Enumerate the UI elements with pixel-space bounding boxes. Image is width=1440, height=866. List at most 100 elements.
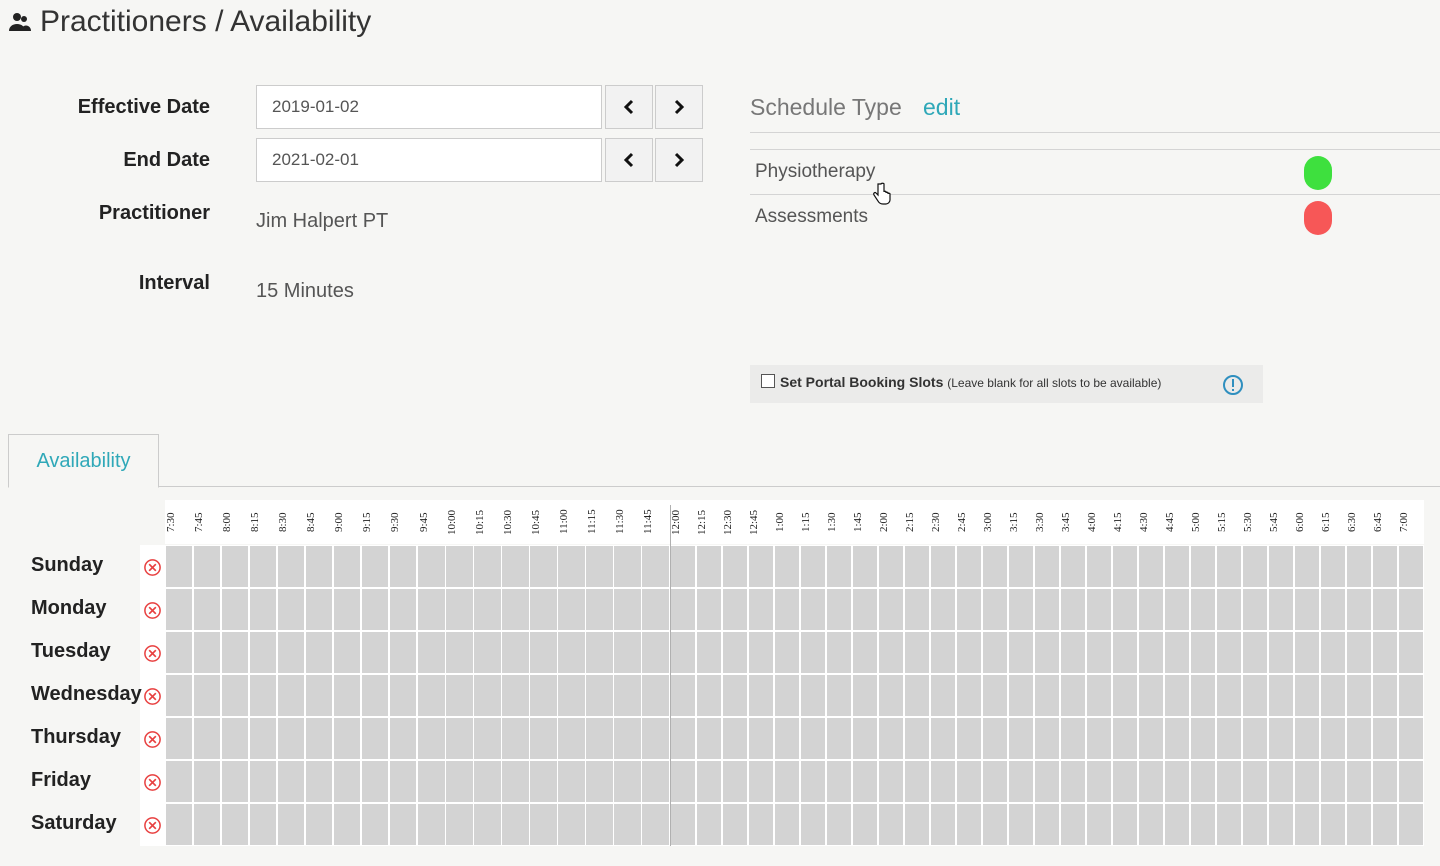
slot-cell[interactable] xyxy=(1138,546,1163,587)
slot-cell[interactable] xyxy=(1008,761,1033,802)
slot-cell[interactable] xyxy=(878,589,903,630)
slot-cell[interactable] xyxy=(586,632,613,673)
slot-cell[interactable] xyxy=(1164,632,1189,673)
slot-cell[interactable] xyxy=(586,546,613,587)
slot-cell[interactable] xyxy=(670,761,695,802)
slot-cell[interactable] xyxy=(1216,761,1241,802)
slot-cell[interactable] xyxy=(1112,718,1137,759)
slot-cell[interactable] xyxy=(530,632,557,673)
slot-cell[interactable] xyxy=(930,761,955,802)
slot-cell[interactable] xyxy=(774,718,799,759)
slot-cell[interactable] xyxy=(696,546,721,587)
slot-cell[interactable] xyxy=(878,675,903,716)
slot-cell[interactable] xyxy=(1164,761,1189,802)
slot-cell[interactable] xyxy=(878,804,903,845)
slot-cell[interactable] xyxy=(193,675,221,716)
slot-cell[interactable] xyxy=(1008,804,1033,845)
slot-cell[interactable] xyxy=(1034,718,1059,759)
slot-cell[interactable] xyxy=(696,632,721,673)
slot-cell[interactable] xyxy=(530,761,557,802)
slot-cell[interactable] xyxy=(800,675,825,716)
slot-cell[interactable] xyxy=(1138,761,1163,802)
slot-cell[interactable] xyxy=(774,546,799,587)
slot-cell[interactable] xyxy=(1346,589,1371,630)
slot-cell[interactable] xyxy=(774,675,799,716)
slot-cell[interactable] xyxy=(530,804,557,845)
slot-cell[interactable] xyxy=(614,761,641,802)
slot-cell[interactable] xyxy=(1008,546,1033,587)
slot-cell[interactable] xyxy=(165,546,193,587)
end-date-next-button[interactable] xyxy=(655,138,703,182)
slot-cell[interactable] xyxy=(1216,632,1241,673)
slot-cell[interactable] xyxy=(670,804,695,845)
slot-cell[interactable] xyxy=(502,632,529,673)
clear-day-icon[interactable] xyxy=(143,687,162,706)
slot-cell[interactable] xyxy=(165,675,193,716)
slot-cell[interactable] xyxy=(614,632,641,673)
schedule-type-color-assessments[interactable] xyxy=(1304,201,1332,235)
slot-cell[interactable] xyxy=(305,718,333,759)
slot-cell[interactable] xyxy=(1216,804,1241,845)
slot-cell[interactable] xyxy=(418,718,445,759)
slot-cell[interactable] xyxy=(333,761,361,802)
slot-cell[interactable] xyxy=(1086,632,1111,673)
slot-cell[interactable] xyxy=(670,718,695,759)
slot-cell[interactable] xyxy=(1112,761,1137,802)
slot-cell[interactable] xyxy=(696,761,721,802)
slot-cell[interactable] xyxy=(670,589,695,630)
effective-date-input[interactable] xyxy=(256,85,602,129)
slot-cell[interactable] xyxy=(389,632,417,673)
slot-cell[interactable] xyxy=(1346,804,1371,845)
slot-cell[interactable] xyxy=(614,675,641,716)
slot-cell[interactable] xyxy=(1268,718,1293,759)
slot-cell[interactable] xyxy=(586,675,613,716)
slot-cell[interactable] xyxy=(878,632,903,673)
slot-cell[interactable] xyxy=(1372,718,1397,759)
slot-cell[interactable] xyxy=(361,632,389,673)
slot-cell[interactable] xyxy=(277,546,305,587)
slot-cell[interactable] xyxy=(982,761,1007,802)
slot-cell[interactable] xyxy=(361,804,389,845)
slot-cell[interactable] xyxy=(956,546,981,587)
slot-cell[interactable] xyxy=(878,546,903,587)
slot-cell[interactable] xyxy=(670,632,695,673)
slot-cell[interactable] xyxy=(1242,761,1267,802)
slot-cell[interactable] xyxy=(1138,675,1163,716)
slot-cell[interactable] xyxy=(956,589,981,630)
slot-cell[interactable] xyxy=(1190,589,1215,630)
slot-cell[interactable] xyxy=(1398,675,1423,716)
slot-cell[interactable] xyxy=(1190,761,1215,802)
slot-cell[interactable] xyxy=(389,589,417,630)
slot-cell[interactable] xyxy=(221,546,249,587)
slot-cell[interactable] xyxy=(418,761,445,802)
effective-date-prev-button[interactable] xyxy=(605,85,653,129)
slot-cell[interactable] xyxy=(249,718,277,759)
slot-cell[interactable] xyxy=(586,718,613,759)
slot-cell[interactable] xyxy=(1008,675,1033,716)
slot-cell[interactable] xyxy=(852,632,877,673)
slot-cell[interactable] xyxy=(1008,589,1033,630)
slot-cell[interactable] xyxy=(1216,675,1241,716)
slot-cell[interactable] xyxy=(826,804,851,845)
slot-cell[interactable] xyxy=(586,589,613,630)
slot-cell[interactable] xyxy=(1320,632,1345,673)
slot-cell[interactable] xyxy=(165,804,193,845)
slot-cell[interactable] xyxy=(904,675,929,716)
slot-cell[interactable] xyxy=(165,761,193,802)
slot-cell[interactable] xyxy=(774,589,799,630)
slot-cell[interactable] xyxy=(1398,761,1423,802)
slot-cell[interactable] xyxy=(982,546,1007,587)
slot-cell[interactable] xyxy=(642,718,669,759)
slot-cell[interactable] xyxy=(1112,546,1137,587)
slot-cell[interactable] xyxy=(1190,718,1215,759)
slot-cell[interactable] xyxy=(1138,804,1163,845)
slot-cell[interactable] xyxy=(852,718,877,759)
slot-cell[interactable] xyxy=(1138,589,1163,630)
schedule-type-item-physiotherapy[interactable]: Physiotherapy xyxy=(755,161,875,183)
slot-cell[interactable] xyxy=(800,546,825,587)
slot-cell[interactable] xyxy=(904,632,929,673)
slot-cell[interactable] xyxy=(193,632,221,673)
slot-cell[interactable] xyxy=(558,761,585,802)
slot-cell[interactable] xyxy=(249,632,277,673)
slot-cell[interactable] xyxy=(502,589,529,630)
